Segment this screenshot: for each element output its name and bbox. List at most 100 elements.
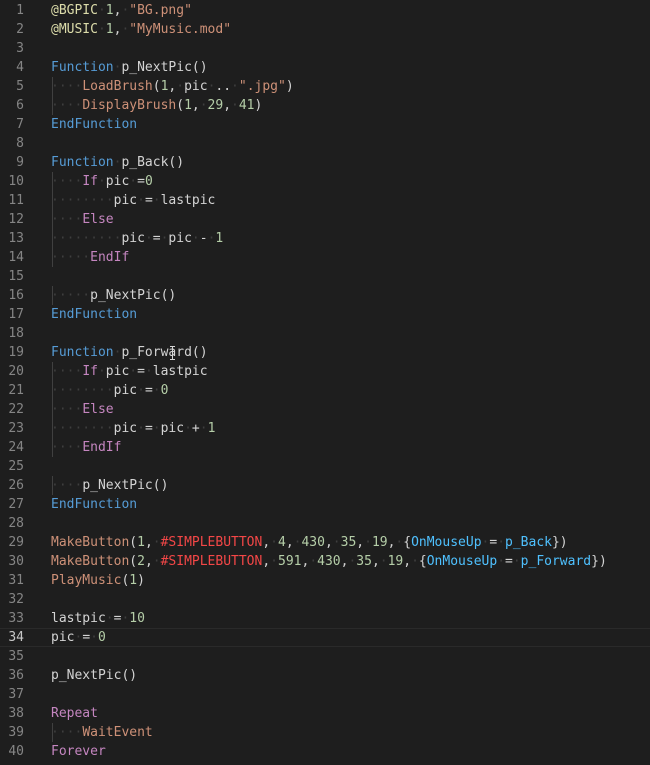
code-line[interactable]: 32 <box>0 590 650 609</box>
code-token: p_Forward() <box>121 345 208 360</box>
code-line[interactable]: 28 <box>0 514 650 533</box>
code-line[interactable]: 2 @MUSIC·1,·"MyMusic.mod" <box>0 20 650 39</box>
code-line[interactable]: 27 EndFunction <box>0 495 650 514</box>
code-token: 1 <box>105 3 114 18</box>
line-code[interactable]: ········pic·=·lastpic <box>51 191 215 210</box>
line-code[interactable]: Function·p_Back() <box>51 153 184 172</box>
line-number: 35 <box>8 649 24 664</box>
code-line[interactable]: 33 lastpic·=·10 <box>0 609 650 628</box>
line-code[interactable]: ····DisplayBrush(1,·29,·41) <box>51 96 262 115</box>
code-line[interactable]: 35 <box>0 647 650 666</box>
line-number: 38 <box>8 706 24 721</box>
code-token: OnMouseUp <box>426 554 498 569</box>
code-lines[interactable]: 1 @BGPIC·1,·"BG.png" 2 @MUSIC·1,·"MyMusic.m… <box>0 1 650 761</box>
line-code[interactable]: ·········pic·=·pic·-·1 <box>51 229 223 248</box>
line-code[interactable]: ·····EndIf <box>51 248 129 267</box>
code-line[interactable]: 31 PlayMusic(1) <box>0 571 650 590</box>
code-line[interactable]: 30 MakeButton(2,·#SIMPLEBUTTON,·591,·430,… <box>0 552 650 571</box>
line-code[interactable]: Function·p_Forward() <box>51 343 208 362</box>
code-line[interactable]: 34 pic·=·0 <box>0 628 650 647</box>
line-code[interactable]: MakeButton(1,·#SIMPLEBUTTON,·4,·430,·35,… <box>51 533 568 552</box>
code-token: LoadBrush <box>82 79 153 94</box>
code-line[interactable]: 15 <box>0 267 650 286</box>
code-line[interactable]: 6 ····DisplayBrush(1,·29,·41) <box>0 96 650 115</box>
line-number: 6 <box>16 98 24 113</box>
whitespace-marker: · <box>152 535 161 550</box>
code-line[interactable]: 24 ····EndIf <box>0 438 650 457</box>
code-token: lastpic <box>152 364 208 379</box>
code-line[interactable]: 26 ····p_NextPic() <box>0 476 650 495</box>
code-line[interactable]: 17 EndFunction <box>0 305 650 324</box>
code-line[interactable]: 11 ········pic·=·lastpic <box>0 191 650 210</box>
line-code[interactable]: ····Else <box>51 210 114 229</box>
line-code[interactable]: PlayMusic(1) <box>51 571 145 590</box>
line-code[interactable]: Function·p_NextPic() <box>51 58 208 77</box>
code-line[interactable]: 38 Repeat <box>0 704 650 723</box>
code-token: 1 <box>105 22 114 37</box>
line-code[interactable]: ········pic·=·pic·+·1 <box>51 419 215 438</box>
code-line[interactable]: 22 ····Else <box>0 400 650 419</box>
code-token: If <box>82 174 98 189</box>
line-code[interactable]: ····EndIf <box>51 438 121 457</box>
code-line[interactable]: 37 <box>0 685 650 704</box>
code-line[interactable]: 18 <box>0 324 650 343</box>
line-number: 17 <box>8 307 24 322</box>
code-line[interactable]: 5 ····LoadBrush(1,·pic·..·".jpg") <box>0 77 650 96</box>
code-token: , <box>285 535 294 550</box>
line-number: 9 <box>16 155 24 170</box>
line-code[interactable]: ·····p_NextPic() <box>51 286 176 305</box>
code-line[interactable]: 14 ·····EndIf <box>0 248 650 267</box>
line-code[interactable]: ····LoadBrush(1,·pic·..·".jpg") <box>51 77 294 96</box>
code-line[interactable]: 19 Function·p_Forward() <box>0 343 650 362</box>
line-code[interactable]: Repeat <box>51 704 98 723</box>
code-token: MakeButton <box>51 554 130 569</box>
indent-guide <box>52 172 53 191</box>
line-code[interactable]: ····WaitEvent <box>51 723 153 742</box>
whitespace-marker: · <box>231 79 239 94</box>
line-code[interactable]: ····If·pic·=0 <box>51 172 153 191</box>
line-code[interactable]: @BGPIC·1,·"BG.png" <box>51 1 192 20</box>
line-code[interactable]: ····If·pic·=·lastpic <box>51 362 208 381</box>
code-line[interactable]: 21 ········pic·=·0 <box>0 381 650 400</box>
line-code[interactable]: @MUSIC·1,·"MyMusic.mod" <box>51 20 231 39</box>
code-line[interactable]: 36 p_NextPic() <box>0 666 650 685</box>
line-code[interactable]: EndFunction <box>51 115 137 134</box>
code-line[interactable]: 40 Forever <box>0 742 650 761</box>
code-line[interactable]: 23 ········pic·=·pic·+·1 <box>0 419 650 438</box>
code-line[interactable]: 7 EndFunction <box>0 115 650 134</box>
code-line[interactable]: 29 MakeButton(1,·#SIMPLEBUTTON,·4,·430,·3… <box>0 533 650 552</box>
line-code[interactable]: Forever <box>51 742 106 761</box>
code-editor[interactable]: 1 @BGPIC·1,·"BG.png" 2 @MUSIC·1,·"MyMusic.m… <box>0 0 650 765</box>
code-token: , <box>403 554 412 569</box>
line-code[interactable]: ····Else <box>51 400 114 419</box>
line-code[interactable]: EndFunction <box>51 305 137 324</box>
line-code[interactable]: pic·=·0 <box>51 629 106 646</box>
code-line[interactable]: 25 <box>0 457 650 476</box>
code-line[interactable]: 1 @BGPIC·1,·"BG.png" <box>0 1 650 20</box>
line-number: 27 <box>8 497 24 512</box>
line-code[interactable]: ····p_NextPic() <box>51 476 168 495</box>
code-token: ".jpg" <box>238 79 286 94</box>
code-token: ) <box>285 79 294 94</box>
indent-guide <box>52 400 53 419</box>
code-line[interactable]: 12 ····Else <box>0 210 650 229</box>
code-line[interactable]: 8 <box>0 134 650 153</box>
code-token: Else <box>82 402 114 417</box>
code-line[interactable]: 13 ·········pic·=·pic·-·1 <box>0 229 650 248</box>
code-line[interactable]: 39 ····WaitEvent <box>0 723 650 742</box>
whitespace-marker: · <box>97 364 106 379</box>
code-line[interactable]: 10 ····If·pic·=0 <box>0 172 650 191</box>
code-line[interactable]: 4 Function·p_NextPic() <box>0 58 650 77</box>
code-token: p_Back <box>505 535 552 550</box>
line-code[interactable]: lastpic·=·10 <box>51 609 145 628</box>
code-line[interactable]: 3 <box>0 39 650 58</box>
code-line[interactable]: 16 ·····p_NextPic() <box>0 286 650 305</box>
line-code[interactable]: p_NextPic() <box>51 666 137 685</box>
code-line[interactable]: 9 Function·p_Back() <box>0 153 650 172</box>
whitespace-marker: · <box>512 554 521 569</box>
code-line[interactable]: 20 ····If·pic·=·lastpic <box>0 362 650 381</box>
line-code[interactable]: EndFunction <box>51 495 137 514</box>
line-code[interactable]: ········pic·=·0 <box>51 381 168 400</box>
line-code[interactable]: MakeButton(2,·#SIMPLEBUTTON,·591,·430,·3… <box>51 552 607 571</box>
whitespace-marker: ····· <box>51 250 91 265</box>
